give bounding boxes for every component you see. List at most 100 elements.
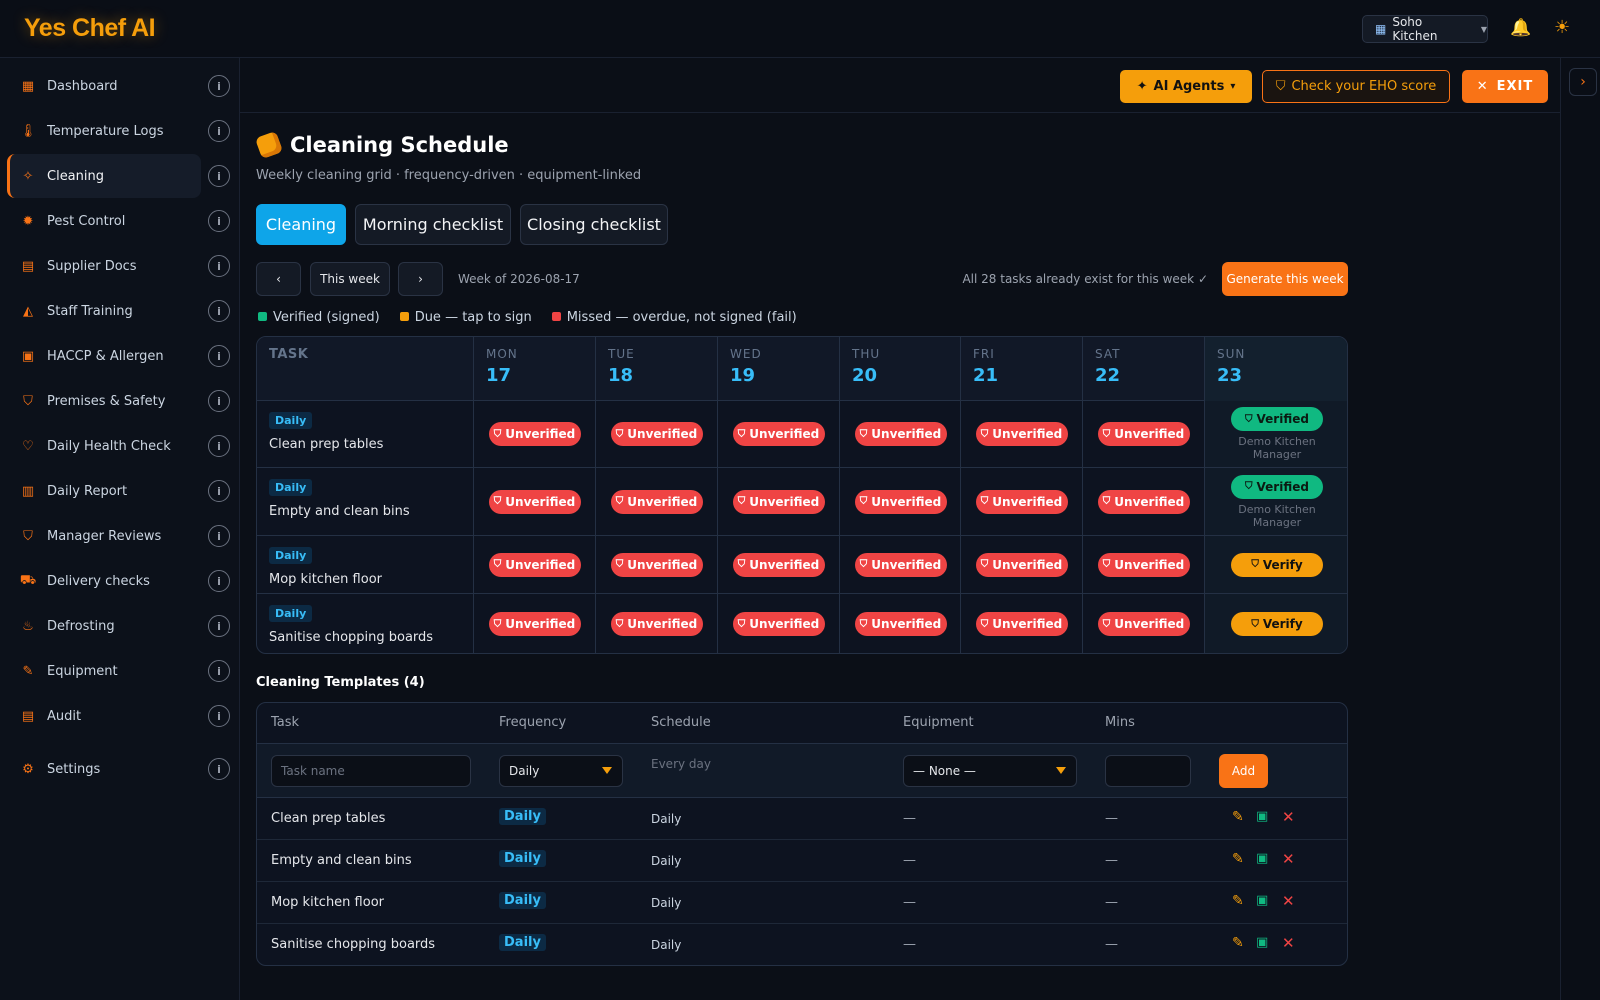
- status-label: Unverified: [1114, 617, 1185, 631]
- sidebar-item-supplier-docs[interactable]: ▤ Supplier Docs: [7, 244, 201, 288]
- close-icon[interactable]: ✕: [1282, 808, 1295, 826]
- status-unverified-button[interactable]: ⛉ Unverified: [854, 612, 947, 636]
- info-icon[interactable]: i: [208, 660, 230, 682]
- sidebar-item-settings[interactable]: ⚙ Settings: [7, 747, 201, 791]
- save-icon[interactable]: ▣: [1256, 851, 1268, 866]
- status-verified-button[interactable]: ⛉ Verified: [1231, 474, 1323, 499]
- bell-icon[interactable]: 🔔: [1510, 18, 1531, 38]
- prev-week-button[interactable]: ‹: [256, 262, 301, 296]
- tab-cleaning[interactable]: Cleaning: [256, 204, 346, 245]
- info-icon[interactable]: i: [208, 120, 230, 142]
- brand-logo[interactable]: Yes Chef AI: [24, 14, 156, 43]
- equipment-select[interactable]: — None —: [903, 755, 1077, 787]
- status-unverified-button[interactable]: ⛉ Unverified: [975, 612, 1068, 636]
- sun-icon[interactable]: ☀: [1554, 17, 1570, 38]
- close-icon[interactable]: ✕: [1282, 934, 1295, 952]
- save-icon[interactable]: ▣: [1256, 809, 1268, 824]
- close-icon[interactable]: ✕: [1282, 892, 1295, 910]
- sidebar-item-cleaning[interactable]: ✧ Cleaning: [7, 154, 201, 198]
- eho-score-button[interactable]: ⛉ Check your EHO score: [1262, 70, 1450, 103]
- next-week-button[interactable]: ›: [398, 262, 443, 296]
- template-equipment: —: [903, 853, 916, 868]
- info-icon[interactable]: i: [208, 525, 230, 547]
- status-unverified-button[interactable]: ⛉ Unverified: [1097, 552, 1190, 577]
- status-label: Unverified: [871, 557, 942, 572]
- info-icon[interactable]: i: [208, 480, 230, 502]
- info-icon[interactable]: i: [208, 435, 230, 457]
- status-unverified-button[interactable]: ⛉ Unverified: [488, 489, 581, 514]
- status-unverified-button[interactable]: ⛉ Unverified: [1097, 422, 1190, 446]
- sidebar-item-haccp-allergen[interactable]: ▣ HACCP & Allergen: [7, 334, 201, 378]
- status-verify-button[interactable]: ⛉ Verify: [1231, 612, 1323, 636]
- info-icon[interactable]: i: [208, 345, 230, 367]
- close-icon[interactable]: ✕: [1282, 850, 1295, 868]
- status-unverified-button[interactable]: ⛉ Unverified: [1097, 489, 1190, 514]
- pencil-icon[interactable]: ✎: [1232, 809, 1244, 825]
- generate-week-button[interactable]: Generate this week: [1222, 262, 1348, 296]
- status-unverified-button[interactable]: ⛉ Unverified: [610, 489, 703, 514]
- sidebar-item-daily-health-check[interactable]: ♡ Daily Health Check: [7, 424, 201, 468]
- status-unverified-button[interactable]: ⛉ Unverified: [732, 489, 825, 514]
- save-icon[interactable]: ▣: [1256, 893, 1268, 908]
- info-icon[interactable]: i: [208, 255, 230, 277]
- status-unverified-button[interactable]: ⛉ Unverified: [732, 552, 825, 577]
- kitchen-selector[interactable]: ▦ Soho Kitchen ▼: [1362, 15, 1488, 43]
- status-unverified-button[interactable]: ⛉ Unverified: [488, 422, 581, 446]
- mins-input[interactable]: [1105, 755, 1191, 787]
- day-header-mon: MON 17: [473, 337, 595, 401]
- status-unverified-button[interactable]: ⛉ Unverified: [854, 489, 947, 514]
- sidebar-item-daily-report[interactable]: ▥ Daily Report: [7, 469, 201, 513]
- sidebar-item-delivery-checks[interactable]: ⛟ Delivery checks: [7, 559, 201, 603]
- status-unverified-button[interactable]: ⛉ Unverified: [975, 489, 1068, 514]
- info-icon[interactable]: i: [208, 75, 230, 97]
- sidebar-item-defrosting[interactable]: ♨ Defrosting: [7, 604, 201, 648]
- status-unverified-button[interactable]: ⛉ Unverified: [1097, 612, 1190, 636]
- sidebar-item-equipment[interactable]: ✎ Equipment: [7, 649, 201, 693]
- status-unverified-button[interactable]: ⛉ Unverified: [732, 612, 825, 636]
- col-schedule-header: Schedule: [651, 715, 711, 730]
- sidebar-item-dashboard[interactable]: ▦ Dashboard: [7, 64, 201, 108]
- this-week-button[interactable]: This week: [310, 262, 390, 296]
- sidebar-item-audit[interactable]: ▤ Audit: [7, 694, 201, 738]
- tab-morning-checklist[interactable]: Morning checklist: [355, 204, 511, 245]
- exit-button[interactable]: ✕ EXIT: [1462, 70, 1548, 103]
- status-unverified-button[interactable]: ⛉ Unverified: [488, 552, 581, 577]
- status-unverified-button[interactable]: ⛉ Unverified: [488, 612, 581, 636]
- ai-agents-button[interactable]: ✦ AI Agents ▾: [1120, 70, 1252, 103]
- sidebar-item-temperature-logs[interactable]: 🌡 Temperature Logs: [7, 109, 201, 153]
- save-icon[interactable]: ▣: [1256, 935, 1268, 950]
- day-cell: ⛉ Unverified: [960, 468, 1082, 535]
- task-name-input[interactable]: Task name: [271, 755, 471, 787]
- status-unverified-button[interactable]: ⛉ Unverified: [610, 612, 703, 636]
- pencil-icon[interactable]: ✎: [1232, 851, 1244, 867]
- status-verify-button[interactable]: ⛉ Verify: [1231, 552, 1323, 577]
- status-unverified-button[interactable]: ⛉ Unverified: [732, 422, 825, 446]
- info-icon[interactable]: i: [208, 615, 230, 637]
- tab-closing-checklist[interactable]: Closing checklist: [520, 204, 668, 245]
- status-unverified-button[interactable]: ⛉ Unverified: [854, 552, 947, 577]
- status-unverified-button[interactable]: ⛉ Unverified: [854, 422, 947, 446]
- info-icon[interactable]: i: [208, 210, 230, 232]
- pencil-icon[interactable]: ✎: [1232, 935, 1244, 951]
- sidebar-item-staff-training[interactable]: ◭ Staff Training: [7, 289, 201, 333]
- status-verified-button[interactable]: ⛉ Verified: [1231, 407, 1323, 431]
- info-icon[interactable]: i: [208, 758, 230, 780]
- info-icon[interactable]: i: [208, 570, 230, 592]
- add-template-button[interactable]: Add: [1219, 754, 1268, 788]
- pencil-icon[interactable]: ✎: [1232, 893, 1244, 909]
- expand-panel-button[interactable]: ›: [1569, 68, 1597, 96]
- info-icon[interactable]: i: [208, 705, 230, 727]
- status-unverified-button[interactable]: ⛉ Unverified: [610, 422, 703, 446]
- task-cell: Daily Empty and clean bins: [269, 476, 410, 519]
- sidebar-item-premises-safety[interactable]: ⛉ Premises & Safety: [7, 379, 201, 423]
- status-unverified-button[interactable]: ⛉ Unverified: [610, 552, 703, 577]
- info-icon[interactable]: i: [208, 390, 230, 412]
- info-icon[interactable]: i: [208, 165, 230, 187]
- status-unverified-button[interactable]: ⛉ Unverified: [975, 552, 1068, 577]
- sidebar-item-manager-reviews[interactable]: ⛉ Manager Reviews: [7, 514, 201, 558]
- sidebar-item-pest-control[interactable]: ✹ Pest Control: [7, 199, 201, 243]
- frequency-badge: Daily: [499, 934, 546, 951]
- status-unverified-button[interactable]: ⛉ Unverified: [975, 422, 1068, 446]
- info-icon[interactable]: i: [208, 300, 230, 322]
- frequency-select[interactable]: Daily: [499, 755, 623, 787]
